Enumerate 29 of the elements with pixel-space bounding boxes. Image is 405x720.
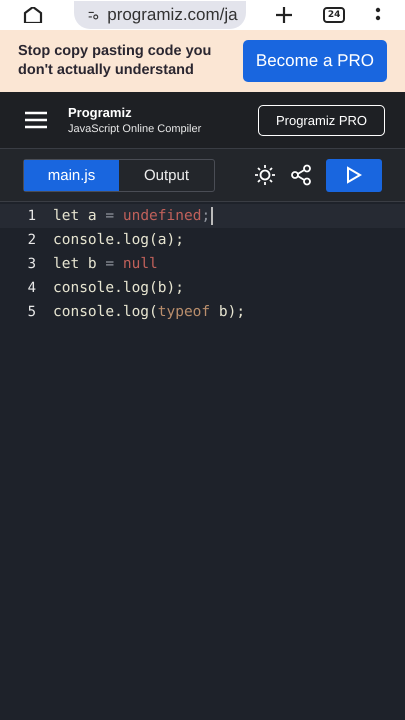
code-line: console.log(b); xyxy=(53,280,184,296)
become-pro-button[interactable]: Become a PRO xyxy=(242,40,387,82)
url-text: programiz.com/ja xyxy=(107,5,238,25)
menu-icon[interactable] xyxy=(24,111,48,129)
sun-icon[interactable] xyxy=(254,164,276,186)
code-line: let b = null xyxy=(53,256,158,272)
line-number: 1 xyxy=(26,208,36,224)
file-tab[interactable]: Output xyxy=(119,160,214,190)
line-number: 4 xyxy=(26,280,36,296)
more-icon[interactable] xyxy=(374,7,381,23)
run-button[interactable] xyxy=(326,158,382,192)
banner-text: Stop copy pasting code you don't actually understand xyxy=(18,42,212,80)
text-cursor xyxy=(211,207,213,225)
file-tab[interactable]: main.js xyxy=(24,160,119,190)
address-bar[interactable]: programiz.com/ja xyxy=(74,1,246,29)
line-number: 2 xyxy=(26,232,36,248)
plus-icon[interactable] xyxy=(275,7,294,23)
tab-count[interactable]: 24 xyxy=(322,7,346,23)
home-icon[interactable] xyxy=(22,7,44,23)
line-number: 5 xyxy=(26,304,36,320)
code-line: console.log(typeof b); xyxy=(53,304,246,320)
programiz-pro-button[interactable]: Programiz PRO xyxy=(258,104,385,136)
subtitle: JavaScript Online Compiler xyxy=(68,123,202,135)
code-line: console.log(a); xyxy=(53,232,184,248)
play-icon xyxy=(346,166,362,184)
line-number: 3 xyxy=(26,256,36,272)
logo-text: Programiz xyxy=(68,105,133,120)
share-icon[interactable] xyxy=(290,164,312,186)
code-line: let a = undefined; xyxy=(53,208,210,224)
